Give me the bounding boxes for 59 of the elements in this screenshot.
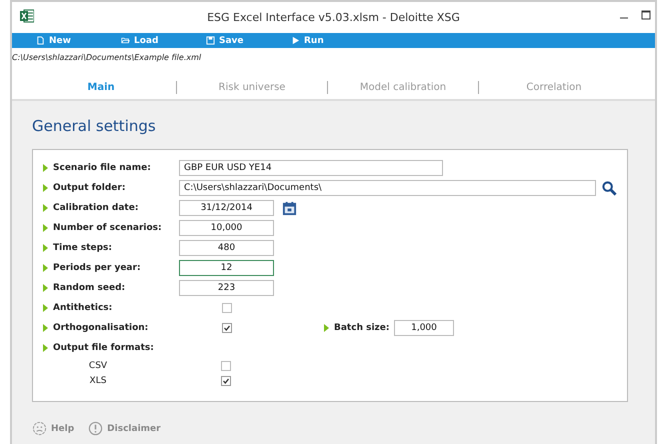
arrow-icon — [324, 324, 329, 332]
arrow-icon — [43, 284, 48, 292]
toolbar-button[interactable]: Load — [121, 33, 206, 48]
section-title: General settings — [32, 117, 157, 135]
toolbar-button[interactable]: Save — [206, 33, 291, 48]
option-label: CSV — [88, 360, 108, 370]
option-label: XLS — [88, 376, 108, 386]
field-label: Batch size: — [334, 323, 390, 333]
field-label: Output file formats: — [53, 343, 155, 353]
tab[interactable]: Correlation — [479, 82, 629, 93]
tab[interactable]: Model calibration — [328, 82, 478, 93]
input-field[interactable]: 223 — [179, 280, 274, 296]
input-field[interactable]: GBP EUR USD YE14 — [179, 160, 443, 176]
checkbox[interactable] — [221, 376, 231, 386]
excel-icon — [20, 9, 34, 23]
folder-icon — [121, 36, 130, 45]
tab[interactable]: Risk universe — [177, 82, 327, 93]
face-icon — [32, 421, 47, 436]
field-label: Output folder: — [53, 183, 126, 193]
arrow-icon — [43, 164, 48, 172]
field-label: Scenario file name: — [53, 163, 152, 173]
arrow-icon — [43, 244, 48, 252]
save-icon — [206, 36, 215, 45]
footer-link[interactable]: Disclaimer — [88, 421, 161, 436]
field-label: Number of scenarios: — [53, 223, 163, 233]
file-path: C:\Users\shlazzari\Documents\Example file.xml — [12, 52, 202, 64]
arrow-icon — [43, 224, 48, 232]
input-field[interactable]: 1,000 — [394, 320, 454, 336]
input-field[interactable]: 12 — [179, 260, 274, 276]
field-label: Orthogonalisation: — [53, 323, 150, 333]
input-field[interactable]: 31/12/2014 — [179, 200, 274, 216]
tab[interactable]: Main — [26, 82, 176, 93]
field-label: Antithetics: — [53, 303, 114, 313]
window-title: ESG Excel Interface v5.03.xlsm - Deloitte XSG — [207, 11, 460, 24]
arrow-icon — [43, 344, 48, 352]
arrow-icon — [43, 204, 48, 212]
arrow-icon — [43, 304, 48, 312]
checkbox[interactable] — [221, 360, 231, 370]
calendar-icon[interactable] — [282, 200, 297, 216]
maximize-icon[interactable] — [641, 10, 651, 20]
field-label: Time steps: — [53, 243, 114, 253]
search-icon[interactable] — [602, 180, 617, 196]
checkbox[interactable] — [222, 323, 232, 333]
arrow-icon — [43, 264, 48, 272]
field-label: Calibration date: — [53, 203, 140, 213]
input-field[interactable]: 480 — [179, 240, 274, 256]
field-label: Random seed: — [53, 283, 126, 293]
footer-link[interactable]: Help — [32, 421, 74, 436]
arrow-icon — [43, 324, 48, 332]
field-label: Periods per year: — [53, 263, 142, 273]
toolbar-button[interactable]: New — [36, 33, 121, 48]
toolbar-button[interactable]: Run — [291, 33, 376, 48]
arrow-icon — [43, 184, 48, 192]
checkbox[interactable] — [222, 303, 232, 313]
document-icon — [36, 36, 45, 45]
exclamation-icon — [88, 421, 104, 436]
play-icon — [291, 36, 300, 45]
input-field[interactable]: 10,000 — [179, 220, 274, 236]
input-field[interactable]: C:\Users\shlazzari\Documents\ — [179, 180, 596, 196]
